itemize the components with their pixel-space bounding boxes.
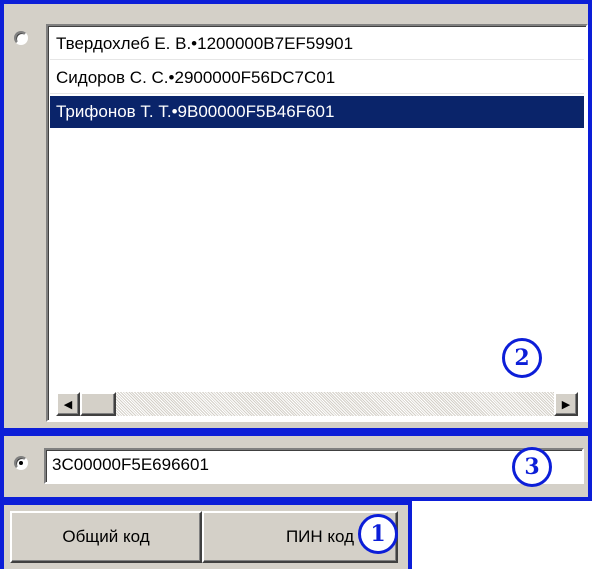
arrow-left-icon: ◀ xyxy=(63,398,73,411)
list-item-selected[interactable]: Трифонов Т. Т.•9B00000F5B46F601 xyxy=(50,96,584,128)
list-panel: Твердохлеб Е. В.•1200000B7EF59901 Сидоро… xyxy=(4,4,588,428)
radio-dot-icon xyxy=(19,461,23,465)
scroll-left-button[interactable]: ◀ xyxy=(56,392,80,416)
horizontal-scrollbar[interactable]: ◀ ▶ xyxy=(56,392,578,416)
code-mode-radio[interactable] xyxy=(14,456,28,470)
scroll-right-button[interactable]: ▶ xyxy=(554,392,578,416)
annotation-badge-2: 2 xyxy=(502,338,542,378)
code-input[interactable]: 3C00000F5E696601 xyxy=(44,448,584,484)
arrow-right-icon: ▶ xyxy=(561,398,571,411)
annotation-badge-3: 3 xyxy=(512,447,552,487)
scroll-thumb[interactable] xyxy=(80,392,116,416)
list-item[interactable]: Сидоров С. С.•2900000F56DC7C01 xyxy=(50,62,584,94)
annotation-badge-1: 1 xyxy=(358,514,398,554)
list-item[interactable]: Твердохлеб Е. В.•1200000B7EF59901 xyxy=(50,28,584,60)
general-code-button[interactable]: Общий код xyxy=(10,511,202,563)
code-panel: 3C00000F5E696601 xyxy=(4,436,588,497)
list-mode-radio[interactable] xyxy=(14,31,28,45)
